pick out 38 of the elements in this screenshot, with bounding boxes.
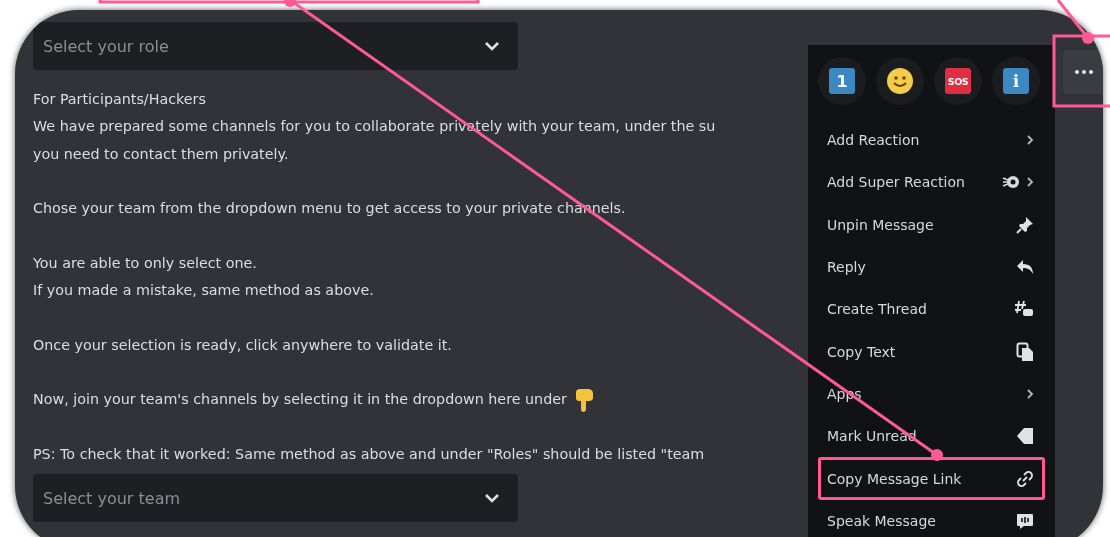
thread-icon	[1014, 300, 1034, 319]
reaction-button[interactable]: i	[992, 57, 1040, 105]
menu-item[interactable]: Copy Text	[818, 330, 1045, 373]
annotation-line	[1056, 0, 1094, 44]
menu-item[interactable]: Speak Message	[818, 499, 1045, 537]
team-select[interactable]: Select your team	[33, 474, 518, 523]
smiley-icon	[886, 67, 914, 95]
message-text: Now, join your team's channels by selecting it in the dropdown here under	[33, 390, 567, 410]
chevron-right-icon	[1026, 176, 1034, 189]
reply-icon	[1016, 259, 1034, 276]
message-text: You are able to only select one.	[33, 253, 257, 273]
menu-item[interactable]: Create Thread	[818, 288, 1045, 331]
pin-icon	[1016, 215, 1034, 234]
link-icon	[1016, 469, 1034, 488]
super-reaction-icon	[1002, 174, 1020, 191]
chevron-right-icon	[1026, 387, 1034, 400]
speaker-icon	[1016, 512, 1034, 529]
message-text: you need to contact them privately.	[33, 144, 289, 164]
menu-item[interactable]: Add Reaction	[818, 119, 1045, 162]
message-text: Once your selection is ready, click anywhere to validate it.	[33, 335, 452, 355]
chevron-down-icon	[484, 493, 500, 504]
message-text: If you made a mistake, same method as above.	[33, 281, 374, 301]
more-icon	[1075, 70, 1093, 74]
role-select[interactable]: Select your role	[33, 22, 518, 70]
reaction-button[interactable]: 1	[818, 57, 866, 105]
menu-item[interactable]: Copy Message Link	[818, 457, 1045, 500]
menu-item[interactable]: Reply	[818, 245, 1045, 289]
chevron-right-icon	[1026, 134, 1034, 147]
reaction-button[interactable]	[876, 57, 924, 105]
copy-icon	[1016, 341, 1034, 362]
reaction-button[interactable]: SOS	[934, 57, 982, 105]
menu-item[interactable]: Unpin Message	[818, 203, 1045, 246]
message-text: For Participants/Hackers	[33, 90, 206, 109]
tag-icon	[1016, 427, 1034, 446]
menu-item[interactable]: Add Super Reaction	[818, 161, 1045, 204]
chevron-down-icon	[484, 41, 500, 51]
more-options-button[interactable]	[1063, 50, 1103, 94]
message-text: PS: To check that it worked: Same method as above and under "Roles" should be listed "team	[33, 444, 705, 464]
